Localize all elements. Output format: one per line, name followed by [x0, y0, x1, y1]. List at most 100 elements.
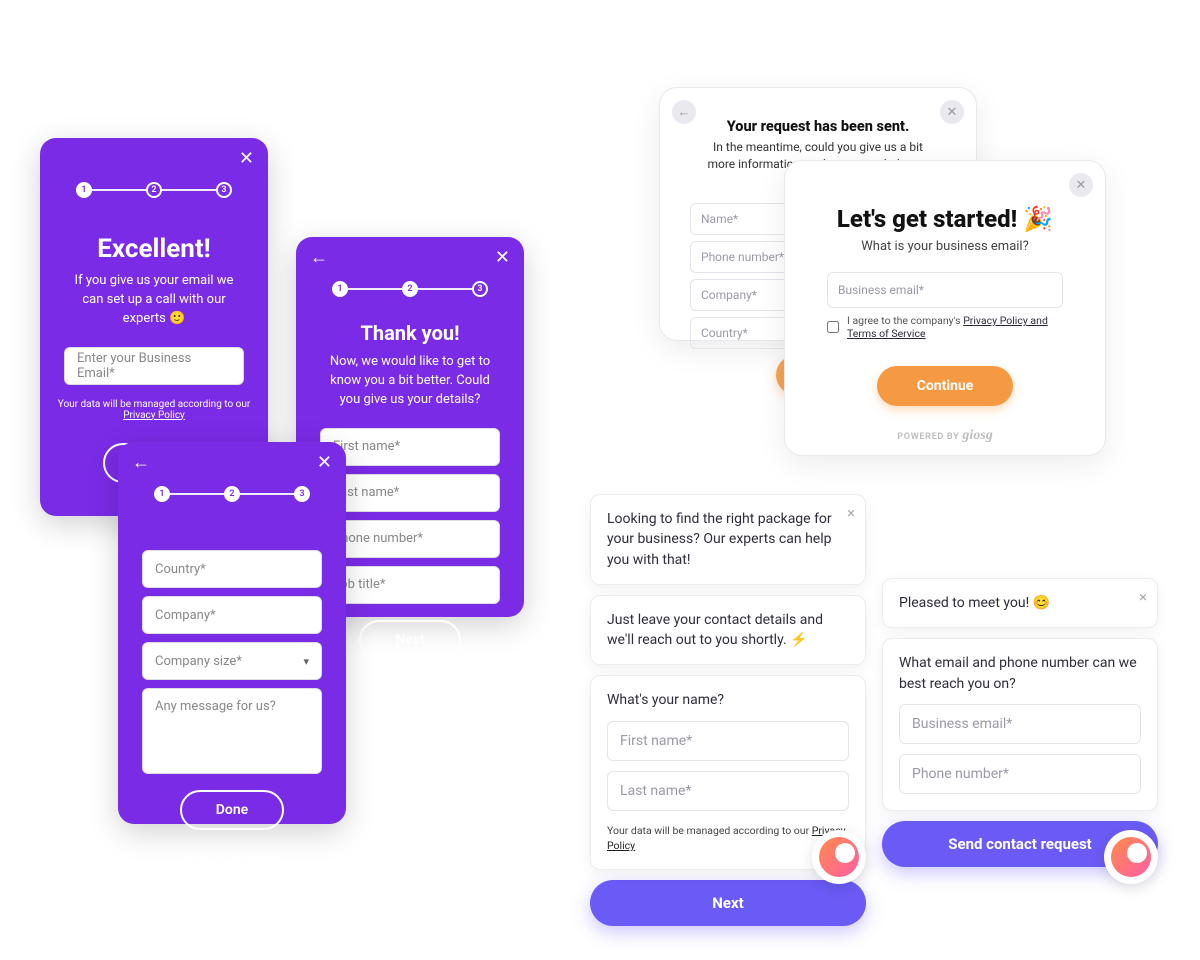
brand-logo: giosg	[962, 428, 992, 443]
close-icon[interactable]: ×	[847, 503, 855, 525]
step-line	[348, 288, 402, 290]
brand-logo: giosg	[249, 852, 279, 867]
step-2: 2	[224, 486, 240, 502]
modal-title: Let's get started! 🎉	[803, 205, 1087, 233]
step-line	[240, 493, 294, 495]
modal-title: Excellent!	[97, 234, 210, 264]
message-text: Just leave your contact details and we'l…	[607, 612, 823, 648]
step-1: 1	[76, 182, 92, 198]
agree-row: I agree to the company's Privacy Policy …	[827, 314, 1063, 340]
phone-input[interactable]: Phone number*	[320, 520, 500, 558]
first-name-input[interactable]: First name*	[320, 428, 500, 466]
close-icon[interactable]: ✕	[317, 454, 332, 472]
company-size-select[interactable]: Company size* ▾	[142, 642, 322, 680]
placeholder-text: Phone number*	[912, 764, 1009, 784]
message-text: Pleased to meet you! 😊	[899, 595, 1050, 611]
phone-input[interactable]: Phone number*	[899, 754, 1141, 794]
agree-text: I agree to the company's Privacy Policy …	[847, 314, 1063, 340]
placeholder-text: Last name*	[620, 781, 692, 801]
close-icon[interactable]: ✕	[940, 100, 964, 124]
step-line	[162, 189, 216, 191]
placeholder-text: Business email*	[838, 283, 924, 297]
done-button[interactable]: Done	[180, 790, 284, 830]
chat-message: Just leave your contact details and we'l…	[590, 595, 866, 666]
close-icon[interactable]: ✕	[495, 249, 510, 267]
close-icon[interactable]: ✕	[239, 150, 254, 168]
continue-button[interactable]: Continue	[877, 366, 1014, 406]
purple-modal-step3: ← ✕ 1 2 3 Country* Company* Company size…	[118, 442, 346, 824]
stepper: 1 2 3	[154, 486, 310, 502]
message-text: What's your name?	[607, 690, 849, 710]
close-icon[interactable]: ✕	[1069, 173, 1093, 197]
step-1: 1	[154, 486, 170, 502]
company-input[interactable]: Company*	[142, 596, 322, 634]
business-email-input[interactable]: Enter your Business Email*	[64, 347, 244, 385]
business-email-input[interactable]: Business email*	[899, 704, 1141, 744]
powered-by-footer: POWERED BYgiosg	[184, 852, 279, 868]
message-textarea[interactable]: Any message for us?	[142, 688, 322, 774]
placeholder-text: Company size*	[155, 654, 242, 669]
modal-title: Thank you!	[361, 321, 460, 345]
placeholder-text: Any message for us?	[155, 699, 276, 714]
step-3: 3	[472, 281, 488, 297]
agree-pre: I agree to the company's	[847, 314, 961, 327]
step-1: 1	[332, 281, 348, 297]
step-3: 3	[216, 182, 232, 198]
last-name-input[interactable]: Last name*	[607, 771, 849, 811]
footer-label: POWERED BY	[897, 432, 959, 442]
placeholder-text: Company*	[701, 288, 757, 302]
back-arrow-icon[interactable]: ←	[132, 454, 150, 472]
privacy-policy-link[interactable]: Privacy Policy	[123, 410, 185, 421]
next-button[interactable]: Next	[590, 880, 866, 926]
privacy-note: Your data will be managed according to o…	[58, 399, 251, 421]
chat-launcher-icon[interactable]	[1104, 830, 1158, 884]
modal-subtitle: Now, we would like to get to know you a …	[296, 345, 524, 410]
stepper: 1 2 3	[332, 281, 488, 297]
chat-message: × Pleased to meet you! 😊	[882, 578, 1158, 628]
close-icon[interactable]: ×	[1139, 587, 1147, 609]
agree-checkbox[interactable]	[827, 321, 839, 333]
footer-label: POWERED BY	[362, 686, 424, 696]
step-line	[92, 189, 146, 191]
placeholder-text: Phone number*	[333, 531, 423, 546]
next-button[interactable]: Next	[359, 620, 460, 660]
powered-by-footer: POWERED BYgiosg	[362, 682, 457, 698]
modal-subtitle: If you give us your email we can set up …	[40, 264, 268, 329]
step-2: 2	[146, 182, 162, 198]
powered-by-footer: POWERED BYgiosg	[803, 428, 1087, 444]
placeholder-text: Name*	[701, 212, 738, 226]
chat-launcher-icon[interactable]	[812, 830, 866, 884]
step-3: 3	[294, 486, 310, 502]
country-input[interactable]: Country*	[142, 550, 322, 588]
stepper: 1 2 3	[76, 182, 232, 198]
placeholder-text: Country*	[701, 326, 748, 340]
step-line	[170, 493, 224, 495]
footer-label: POWERED BY	[184, 856, 246, 866]
privacy-pre: Your data will be managed according to o…	[607, 824, 809, 837]
modal-title: Your request has been sent.	[678, 118, 958, 135]
back-arrow-icon[interactable]: ←	[672, 100, 696, 124]
first-name-input[interactable]: First name*	[607, 721, 849, 761]
modal-question: What is your business email?	[803, 239, 1087, 254]
placeholder-text: Enter your Business Email*	[77, 351, 231, 381]
back-arrow-icon[interactable]: ←	[310, 249, 328, 267]
chat-popup-right: × Pleased to meet you! 😊 What email and …	[882, 578, 1158, 867]
placeholder-text: Business email*	[912, 714, 1012, 734]
privacy-pre: Your data will be managed according to o…	[58, 399, 251, 410]
placeholder-text: Company*	[155, 608, 216, 623]
placeholder-text: Country*	[155, 562, 206, 577]
placeholder-text: Phone number*	[701, 250, 784, 264]
white-modal-get-started: ✕ Let's get started! 🎉 What is your busi…	[784, 160, 1106, 456]
message-text: Looking to find the right package for yo…	[607, 511, 832, 568]
chat-message: × Looking to find the right package for …	[590, 494, 866, 585]
last-name-input[interactable]: Last name*	[320, 474, 500, 512]
brand-logo: giosg	[427, 682, 457, 697]
step-line	[418, 288, 472, 290]
business-email-input[interactable]: Business email*	[827, 272, 1063, 308]
chat-form-bubble: What email and phone number can we best …	[882, 638, 1158, 811]
placeholder-text: First name*	[620, 731, 692, 751]
job-title-input[interactable]: Job title*	[320, 566, 500, 604]
chevron-down-icon: ▾	[303, 655, 309, 668]
step-2: 2	[402, 281, 418, 297]
message-text: What email and phone number can we best …	[899, 653, 1141, 694]
